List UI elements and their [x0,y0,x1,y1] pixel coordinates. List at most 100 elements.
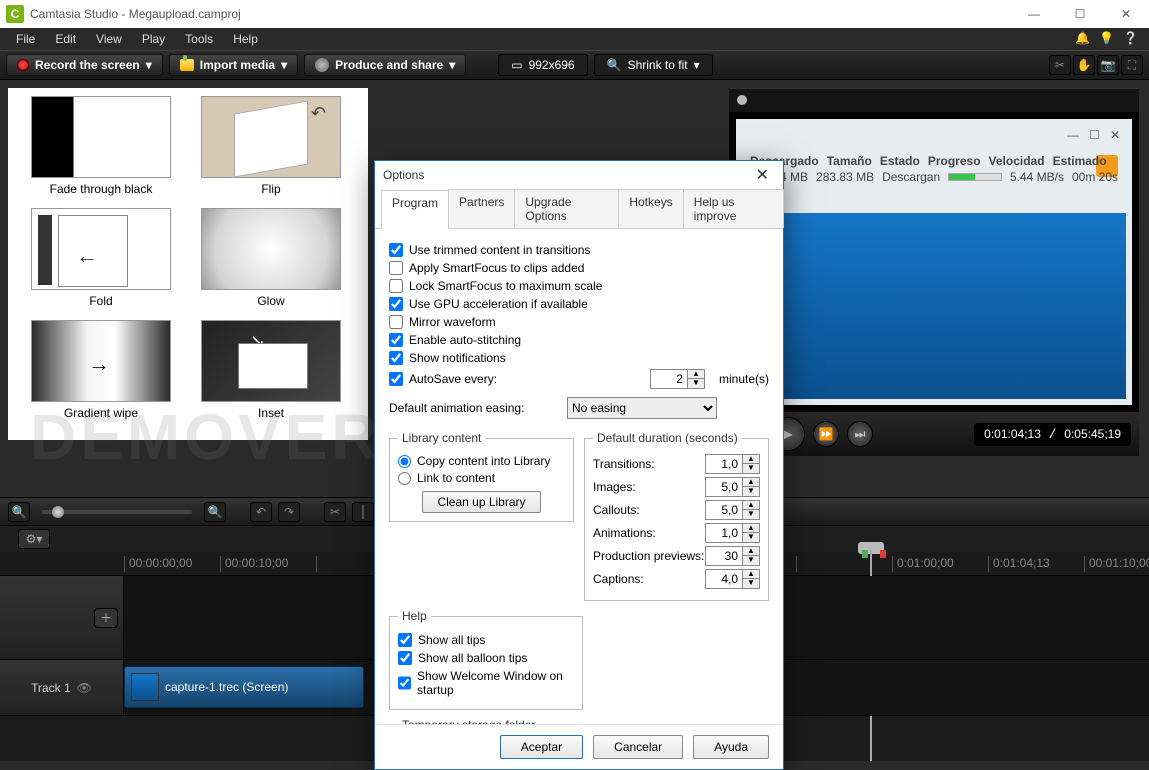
bell-icon[interactable]: 🔔 [1075,31,1091,47]
zoom-out-button[interactable]: 🔍 [8,502,30,522]
dlg-tab-hotkeys[interactable]: Hotkeys [618,189,683,228]
fullscreen-tool[interactable]: ⛶ [1121,55,1143,75]
dlg-tab-partners[interactable]: Partners [448,189,515,228]
duration-productionpreviews[interactable] [705,546,743,566]
help-button[interactable]: Ayuda [693,735,769,759]
duration-images[interactable] [705,477,743,497]
spinner[interactable]: ▲▼ [743,569,760,589]
eye-icon[interactable]: 👁 [77,681,92,695]
duration-transitions[interactable] [705,454,743,474]
check-mirror-waveform[interactable] [389,315,403,329]
close-button[interactable]: ✕ [1103,0,1149,28]
help-check-show-all-balloon-tip[interactable] [398,651,412,665]
split-button[interactable]: ⎮ [352,502,374,522]
pan-tool[interactable]: ✋ [1073,55,1095,75]
titlebar: C Camtasia Studio - Megaupload.camproj —… [0,0,1149,28]
chevron-down-icon: ▾ [694,58,700,72]
maximize-button[interactable]: ☐ [1057,0,1103,28]
redo-button[interactable]: ↷ [278,502,300,522]
duration-callouts[interactable] [705,500,743,520]
duration-captions[interactable] [705,569,743,589]
marker-out[interactable] [880,550,886,558]
folder-plus-icon [180,59,194,71]
transition-label: Gradient wipe [16,406,186,420]
transition-inset[interactable]: ↘Inset [186,320,356,420]
dlg-tab-program[interactable]: Program [381,190,449,229]
menu-help[interactable]: Help [223,30,268,48]
cleanup-library-button[interactable]: Clean up Library [422,491,540,513]
screenshot-tool[interactable]: 📷 [1097,55,1119,75]
menu-play[interactable]: Play [132,30,175,48]
ok-button[interactable]: Aceptar [500,735,583,759]
timeline-gear-button[interactable]: ⚙▾ [18,529,50,549]
transition-grad[interactable]: → Gradient wipe [16,320,186,420]
help-icon[interactable]: ❔ [1123,31,1139,47]
check-lock-smartfocus-to-maxim[interactable] [389,279,403,293]
autosave-unit: minute(s) [719,372,769,386]
transition-glow[interactable]: Glow [186,208,356,308]
produce-share-button[interactable]: Produce and share ▾ [304,54,466,76]
help-check-show-welcome-window-[interactable] [398,676,411,690]
dialog-close-button[interactable]: ✕ [750,163,775,187]
cancel-button[interactable]: Cancelar [593,735,683,759]
zoom-fit-button[interactable]: 🔍 Shrink to fit ▾ [594,54,713,76]
preview-canvas[interactable]: —☐✕ DescargadoTamañoEstadoProgresoVeloci… [729,112,1139,412]
undo-button[interactable]: ↶ [250,502,272,522]
default-duration-group: Default duration (seconds) Transitions:▲… [584,431,769,601]
canvas-dimensions-button[interactable]: ▭ 992x696 [498,54,587,76]
playback-controls: ⏮ ▶ ⏩ ⏭ 0:01:04;13 / 0:05:45;19 [729,412,1139,456]
autosave-spinner[interactable]: ▲▼ [688,369,705,389]
chevron-down-icon: ▾ [146,58,152,72]
app-logo: C [6,5,24,23]
easing-label: Default animation easing: [389,401,559,415]
crop-tool[interactable]: ✂ [1049,55,1071,75]
track1-header[interactable]: Track 1 👁 [0,660,124,715]
menu-tools[interactable]: Tools [175,30,223,48]
preview-scrubber[interactable] [729,88,1139,112]
spinner[interactable]: ▲▼ [743,523,760,543]
transition-thumb: → [31,320,171,402]
autosave-checkbox[interactable] [389,372,403,386]
dialog-tabs: ProgramPartnersUpgrade OptionsHotkeysHel… [375,189,783,229]
clip-thumb [131,673,159,701]
transition-label: Flip [186,182,356,196]
spinner[interactable]: ▲▼ [743,477,760,497]
dlg-tab-help-us-improve[interactable]: Help us improve [683,189,784,228]
spinner[interactable]: ▲▼ [743,454,760,474]
zoom-in-button[interactable]: 🔍 [204,502,226,522]
next-button[interactable]: ⏭ [847,421,873,447]
spinner[interactable]: ▲▼ [743,500,760,520]
copy-content-radio[interactable] [398,455,411,468]
check-use-gpu-acceleration-if-[interactable] [389,297,403,311]
transition-fade[interactable]: Fade through black [16,96,186,196]
transition-fold[interactable]: ←Fold [16,208,186,308]
help-check-show-all-tips[interactable] [398,633,412,647]
cut-button[interactable]: ✂ [324,502,346,522]
zoom-slider[interactable] [42,510,192,514]
minimize-button[interactable]: — [1011,0,1057,28]
add-track-button[interactable]: ＋ [94,608,118,628]
check-use-trimmed-content-in-t[interactable] [389,243,403,257]
link-content-radio[interactable] [398,472,411,485]
transition-flip[interactable]: ↶Flip [186,96,356,196]
check-apply-smartfocus-to-clip[interactable] [389,261,403,275]
lightbulb-icon[interactable]: 💡 [1099,31,1115,47]
progress-bar [948,173,1002,181]
dlg-tab-upgrade-options[interactable]: Upgrade Options [514,189,619,228]
import-media-button[interactable]: Import media ▾ [169,54,298,76]
menu-file[interactable]: File [6,30,45,48]
check-show-notifications[interactable] [389,351,403,365]
easing-select[interactable]: No easing [567,397,717,419]
marker-in[interactable] [862,550,868,558]
menu-view[interactable]: View [86,30,132,48]
check-enable-auto-stitching[interactable] [389,333,403,347]
duration-animations[interactable] [705,523,743,543]
menu-edit[interactable]: Edit [45,30,86,48]
dialog-title: Options [383,168,424,182]
dialog-titlebar[interactable]: Options ✕ [375,161,783,189]
spinner[interactable]: ▲▼ [743,546,760,566]
autosave-input[interactable] [650,369,688,389]
record-screen-button[interactable]: Record the screen ▾ [6,54,163,76]
clip-capture1[interactable]: capture-1.trec (Screen) [124,666,364,708]
fwd-button[interactable]: ⏩ [813,421,839,447]
